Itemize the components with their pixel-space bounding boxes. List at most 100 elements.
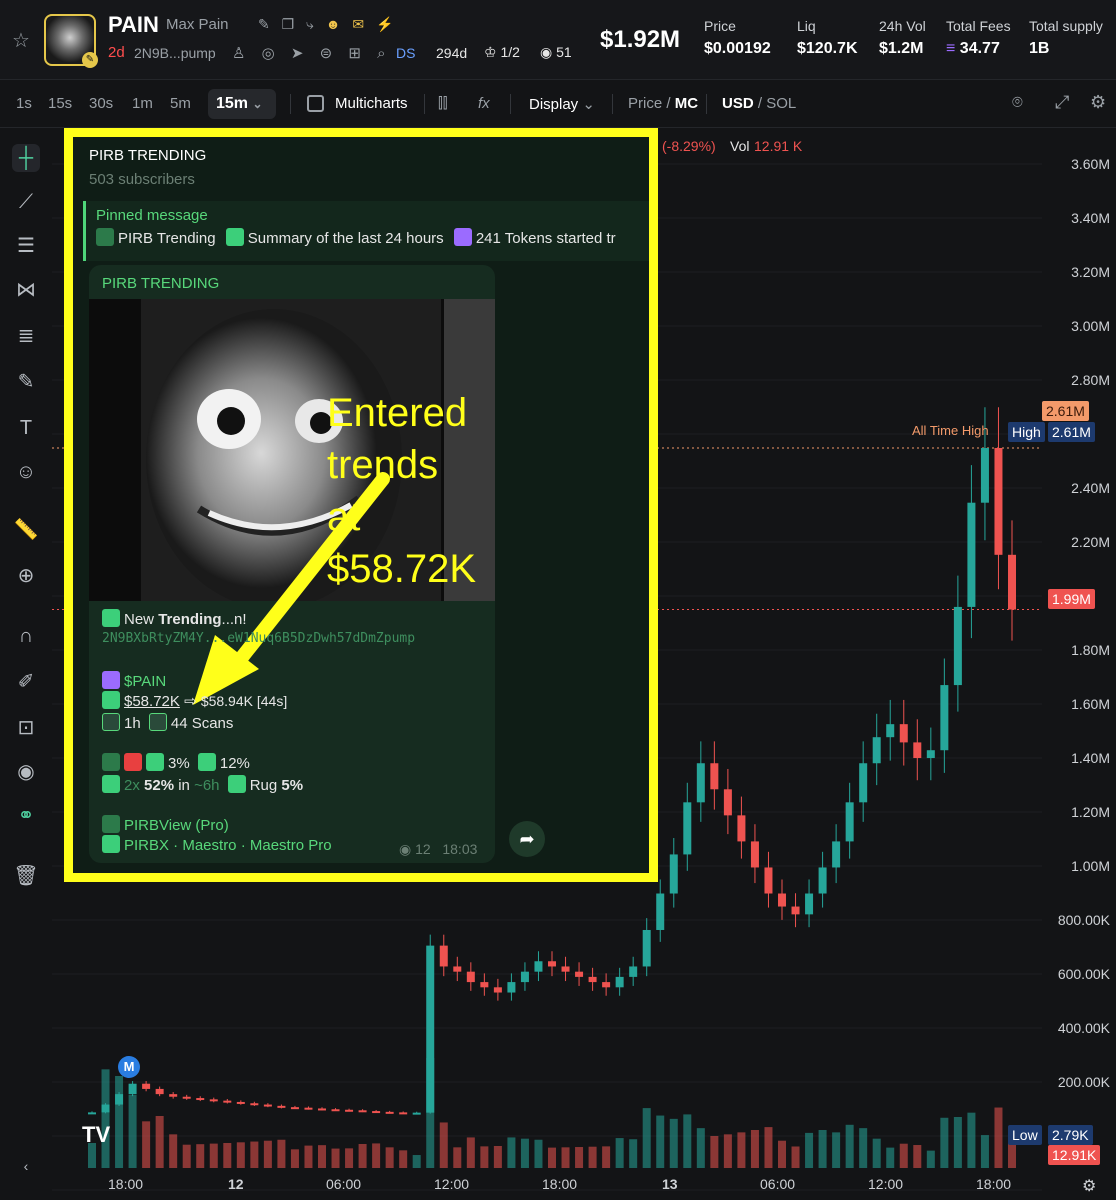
volume-bar bbox=[439, 1122, 448, 1168]
chart-settings-icon[interactable]: ⚙ bbox=[1082, 1176, 1096, 1196]
fullscreen-icon[interactable]: ⤢ bbox=[1055, 92, 1069, 113]
text-tool-icon[interactable]: T bbox=[12, 414, 40, 442]
token-avatar[interactable]: ✎ bbox=[44, 14, 98, 68]
share-arrow-icon[interactable]: ➦ bbox=[509, 821, 545, 857]
buy-links[interactable]: PIRBX · Maestro · Maestro Pro bbox=[102, 835, 332, 854]
ruler-icon[interactable]: 📏 bbox=[12, 516, 40, 544]
volume-bar bbox=[845, 1124, 854, 1168]
migration-marker[interactable]: M bbox=[118, 1056, 140, 1078]
candle-body bbox=[588, 976, 597, 983]
emoji-icon[interactable]: ☺ bbox=[12, 458, 40, 486]
collapse-arrow-icon[interactable]: ‹ bbox=[12, 1152, 40, 1180]
timeframe-30s[interactable]: 30s bbox=[89, 95, 113, 112]
zoom-in-icon[interactable]: ⊕ bbox=[12, 562, 40, 590]
volume-bar bbox=[710, 1136, 719, 1168]
checkmark-emoji-icon bbox=[227, 775, 246, 793]
candle-body bbox=[845, 802, 854, 842]
multicharts-label[interactable]: Multicharts bbox=[335, 95, 408, 112]
volume-bar bbox=[913, 1145, 922, 1168]
display-dropdown[interactable]: Display ⌄ bbox=[529, 95, 595, 113]
leaf-emoji-icon bbox=[197, 753, 216, 771]
unlock-icon[interactable]: ⊡ bbox=[12, 714, 40, 742]
clock-emoji-icon bbox=[102, 713, 120, 731]
candle-body bbox=[304, 1107, 313, 1110]
timeframe-1m[interactable]: 1m bbox=[132, 95, 153, 112]
y-tick: 2.80M bbox=[1071, 372, 1110, 388]
pattern-icon[interactable]: ⋈ bbox=[12, 276, 40, 304]
trendline-icon[interactable]: ⟋ bbox=[12, 188, 40, 216]
volume-bar bbox=[304, 1145, 313, 1168]
timeframe-5m[interactable]: 5m bbox=[170, 95, 191, 112]
visibility-icon[interactable]: ◉ bbox=[12, 758, 40, 786]
link-icon[interactable]: ⚭ bbox=[12, 802, 40, 830]
candle-body bbox=[953, 606, 962, 686]
multicharts-checkbox[interactable] bbox=[307, 95, 324, 112]
change-percent: (-8.29%) bbox=[662, 138, 716, 154]
candle-body bbox=[412, 1112, 421, 1115]
camera-icon[interactable]: ⌾ bbox=[1012, 92, 1023, 113]
crosshair-icon[interactable]: ┼ bbox=[12, 144, 40, 172]
divider bbox=[612, 94, 613, 114]
y-tick: 1.20M bbox=[1071, 804, 1110, 820]
candle-body bbox=[182, 1096, 191, 1099]
x-tick: 12 bbox=[228, 1176, 244, 1192]
entry-market-cap[interactable]: $58.72K bbox=[124, 693, 180, 710]
volume-tag: 12.91K bbox=[1048, 1145, 1101, 1165]
y-tick: 1.80M bbox=[1071, 642, 1110, 658]
settings-gear-icon[interactable]: ⚙ bbox=[1090, 92, 1106, 113]
pirbview-link[interactable]: PIRBView (Pro) bbox=[102, 815, 229, 834]
contract-address[interactable]: 2N9B...pump bbox=[134, 45, 216, 61]
price-mc-toggle[interactable]: Price / MC bbox=[628, 95, 698, 112]
indicators-icon[interactable]: ⫿⫿ bbox=[438, 95, 448, 112]
social-link-icons[interactable]: ♙ ◎ ➤ ⊜ ⊞ ⌕ bbox=[232, 44, 391, 62]
candle-body bbox=[169, 1094, 178, 1097]
all-time-high-label: All Time High bbox=[912, 423, 989, 438]
volume-bar bbox=[169, 1134, 178, 1168]
candle-body bbox=[196, 1098, 205, 1101]
market-cap: $1.92M bbox=[600, 26, 681, 53]
candle-body bbox=[155, 1088, 164, 1095]
y-tick: 200.00K bbox=[1057, 1074, 1110, 1090]
pinned-message[interactable]: Pinned message PIRB Trending Summary of … bbox=[83, 201, 649, 261]
currency-toggle[interactable]: USD / SOL bbox=[722, 95, 796, 112]
horizontal-lines-icon[interactable]: ☰ bbox=[12, 232, 40, 260]
y-tick: 600.00K bbox=[1057, 966, 1110, 982]
volume-bar bbox=[480, 1146, 489, 1168]
candle-body bbox=[710, 763, 719, 790]
formula-icon[interactable]: fx bbox=[478, 95, 490, 112]
magnet-icon[interactable]: ∩ bbox=[12, 622, 40, 650]
volume-bar bbox=[453, 1147, 462, 1168]
channel-title: PIRB TRENDING bbox=[89, 147, 207, 164]
volume-bar bbox=[290, 1149, 299, 1168]
fib-tool-icon[interactable]: ≣ bbox=[12, 322, 40, 350]
stat-total-supply: Total supply 1B bbox=[1029, 18, 1103, 57]
candle-body bbox=[345, 1109, 354, 1112]
volume-bar bbox=[263, 1140, 272, 1168]
contract-address-line[interactable]: 2N9BXbRtyZM4Y...eW1Nuq6B5DzDwh57dDmZpump bbox=[102, 631, 415, 646]
candle-body bbox=[534, 961, 543, 972]
lock-drawing-icon[interactable]: ✐ bbox=[12, 668, 40, 696]
header-action-icons[interactable]: ✎ ❐ ⤷ ☻ ✉ ⚡ bbox=[258, 16, 397, 33]
timeframe-1s[interactable]: 1s bbox=[16, 95, 32, 112]
volume-bar bbox=[358, 1144, 367, 1168]
trash-icon[interactable]: 🗑 bbox=[12, 862, 40, 890]
channel-subscribers: 503 subscribers bbox=[89, 171, 195, 188]
token-ticker-line[interactable]: $PAIN bbox=[102, 671, 166, 690]
volume-bar bbox=[385, 1147, 394, 1168]
chevron-down-icon: ⌄ bbox=[582, 96, 595, 113]
dexscreener-label[interactable]: DS bbox=[396, 45, 415, 61]
x-tick: 12:00 bbox=[868, 1176, 904, 1192]
divider bbox=[424, 94, 425, 114]
candle-body bbox=[602, 982, 611, 988]
brush-icon[interactable]: ✎ bbox=[12, 368, 40, 396]
candle-body bbox=[615, 976, 624, 988]
candle-body bbox=[290, 1107, 299, 1110]
timeframe-15s[interactable]: 15s bbox=[48, 95, 72, 112]
pinned-body: PIRB Trending Summary of the last 24 hou… bbox=[96, 228, 649, 247]
candle-body bbox=[994, 447, 1003, 555]
cross-emoji-icon bbox=[124, 753, 142, 771]
volume-bar bbox=[615, 1138, 624, 1168]
candle-body bbox=[385, 1111, 394, 1114]
timeframe-15m-dropdown[interactable]: 15m ⌄ bbox=[208, 89, 276, 119]
favorite-star-icon[interactable]: ☆ bbox=[12, 28, 30, 53]
